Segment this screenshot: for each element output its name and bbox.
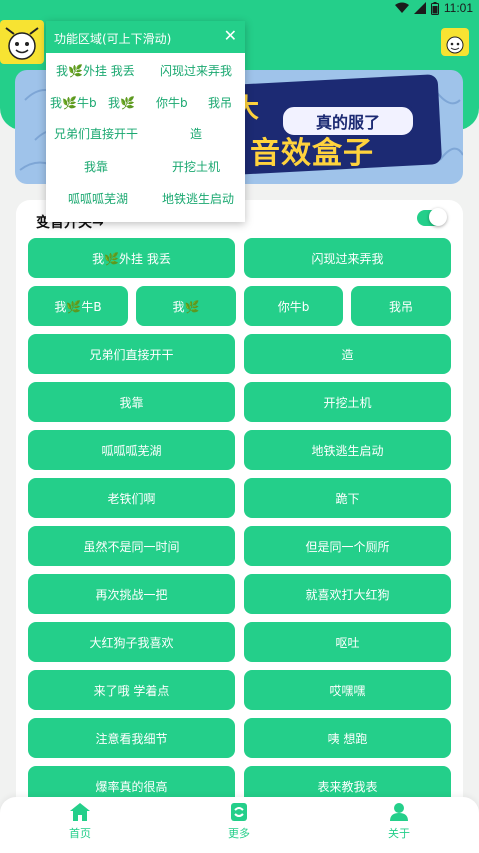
sound-button[interactable]: 我靠 [28, 382, 235, 422]
popup-item[interactable]: 我🌿牛b [50, 94, 97, 111]
popup-item[interactable]: 呱呱呱芜湖 [68, 190, 128, 207]
sound-button[interactable]: 但是同一个厕所 [244, 526, 451, 566]
home-icon [70, 803, 90, 821]
sound-button[interactable]: 哎嘿嘿 [244, 670, 451, 710]
sound-button[interactable]: 就喜欢打大红狗 [244, 574, 451, 614]
sound-button[interactable]: 造 [244, 334, 451, 374]
popup-header: 功能区域(可上下滑动) ✕ [46, 21, 245, 53]
battery-icon [430, 1, 439, 15]
popup-item[interactable]: 闪现过来弄我 [160, 62, 232, 79]
popup-item[interactable]: 开挖土机 [172, 158, 220, 175]
sound-button[interactable]: 来了哦 学着点 [28, 670, 235, 710]
sound-button[interactable]: 闪现过来弄我 [244, 238, 451, 278]
sound-button[interactable]: 我🌿 [136, 286, 236, 326]
sound-button[interactable]: 跪下 [244, 478, 451, 518]
sound-button[interactable]: 开挖土机 [244, 382, 451, 422]
popup-item[interactable]: 兄弟们直接开干 [54, 125, 138, 142]
popup-item[interactable]: 你牛b [156, 94, 188, 111]
popup-title: 功能区域(可上下滑动) [54, 32, 172, 46]
toggle-knob [429, 208, 447, 226]
status-time: 11:01 [443, 1, 473, 15]
voice-switch-toggle[interactable] [417, 208, 447, 226]
sound-button[interactable]: 注意看我细节 [28, 718, 235, 758]
sound-button[interactable]: 虽然不是同一时间 [28, 526, 235, 566]
bottom-nav: 首页 更多 关于 [0, 797, 479, 853]
avatar[interactable] [441, 28, 469, 56]
banner-title: 音效盒子 [250, 136, 374, 171]
app-logo [0, 20, 44, 64]
nav-item-home[interactable]: 首页 [50, 803, 110, 841]
status-bar: 11:01 [0, 0, 479, 20]
popup-item[interactable]: 我靠 [84, 158, 108, 175]
popup-item[interactable]: 我🌿外挂 我丢 [56, 62, 135, 79]
sound-button[interactable]: 地铁逃生启动 [244, 430, 451, 470]
nav-label-more: 更多 [228, 827, 250, 840]
sound-button[interactable]: 兄弟们直接开干 [28, 334, 235, 374]
popup-item[interactable]: 我🌿 [108, 94, 135, 111]
sound-button[interactable]: 我🌿外挂 我丢 [28, 238, 235, 278]
nav-item-more[interactable]: 更多 [209, 803, 269, 841]
signal-icon [413, 2, 426, 14]
popup-item[interactable]: 地铁逃生启动 [162, 190, 234, 207]
sound-button[interactable]: 老铁们啊 [28, 478, 235, 518]
popup-item[interactable]: 造 [190, 125, 202, 142]
nav-item-about[interactable]: 关于 [369, 803, 429, 841]
sound-button[interactable]: 你牛b [244, 286, 343, 326]
nav-label-about: 关于 [388, 827, 410, 840]
sound-button[interactable]: 再次挑战一把 [28, 574, 235, 614]
sound-button[interactable]: 大红狗子我喜欢 [28, 622, 235, 662]
status-icons: 11:01 [394, 1, 473, 15]
function-popup: 功能区域(可上下滑动) ✕ 我🌿外挂 我丢 闪现过来弄我我🌿牛b 我🌿 你牛b 我吊兄弟… [46, 21, 245, 222]
user-icon [390, 803, 408, 821]
sound-button[interactable]: 呕吐 [244, 622, 451, 662]
nav-label-home: 首页 [69, 827, 91, 840]
sound-button[interactable]: 呱呱呱芜湖 [28, 430, 235, 470]
wifi-icon [394, 2, 409, 13]
sound-button[interactable]: 我🌿牛B [28, 286, 128, 326]
refresh-icon [231, 803, 247, 821]
sound-button[interactable]: 咦 想跑 [244, 718, 451, 758]
close-icon[interactable]: ✕ [224, 27, 237, 45]
sound-button[interactable]: 我吊 [351, 286, 451, 326]
popup-item[interactable]: 我吊 [208, 94, 232, 111]
